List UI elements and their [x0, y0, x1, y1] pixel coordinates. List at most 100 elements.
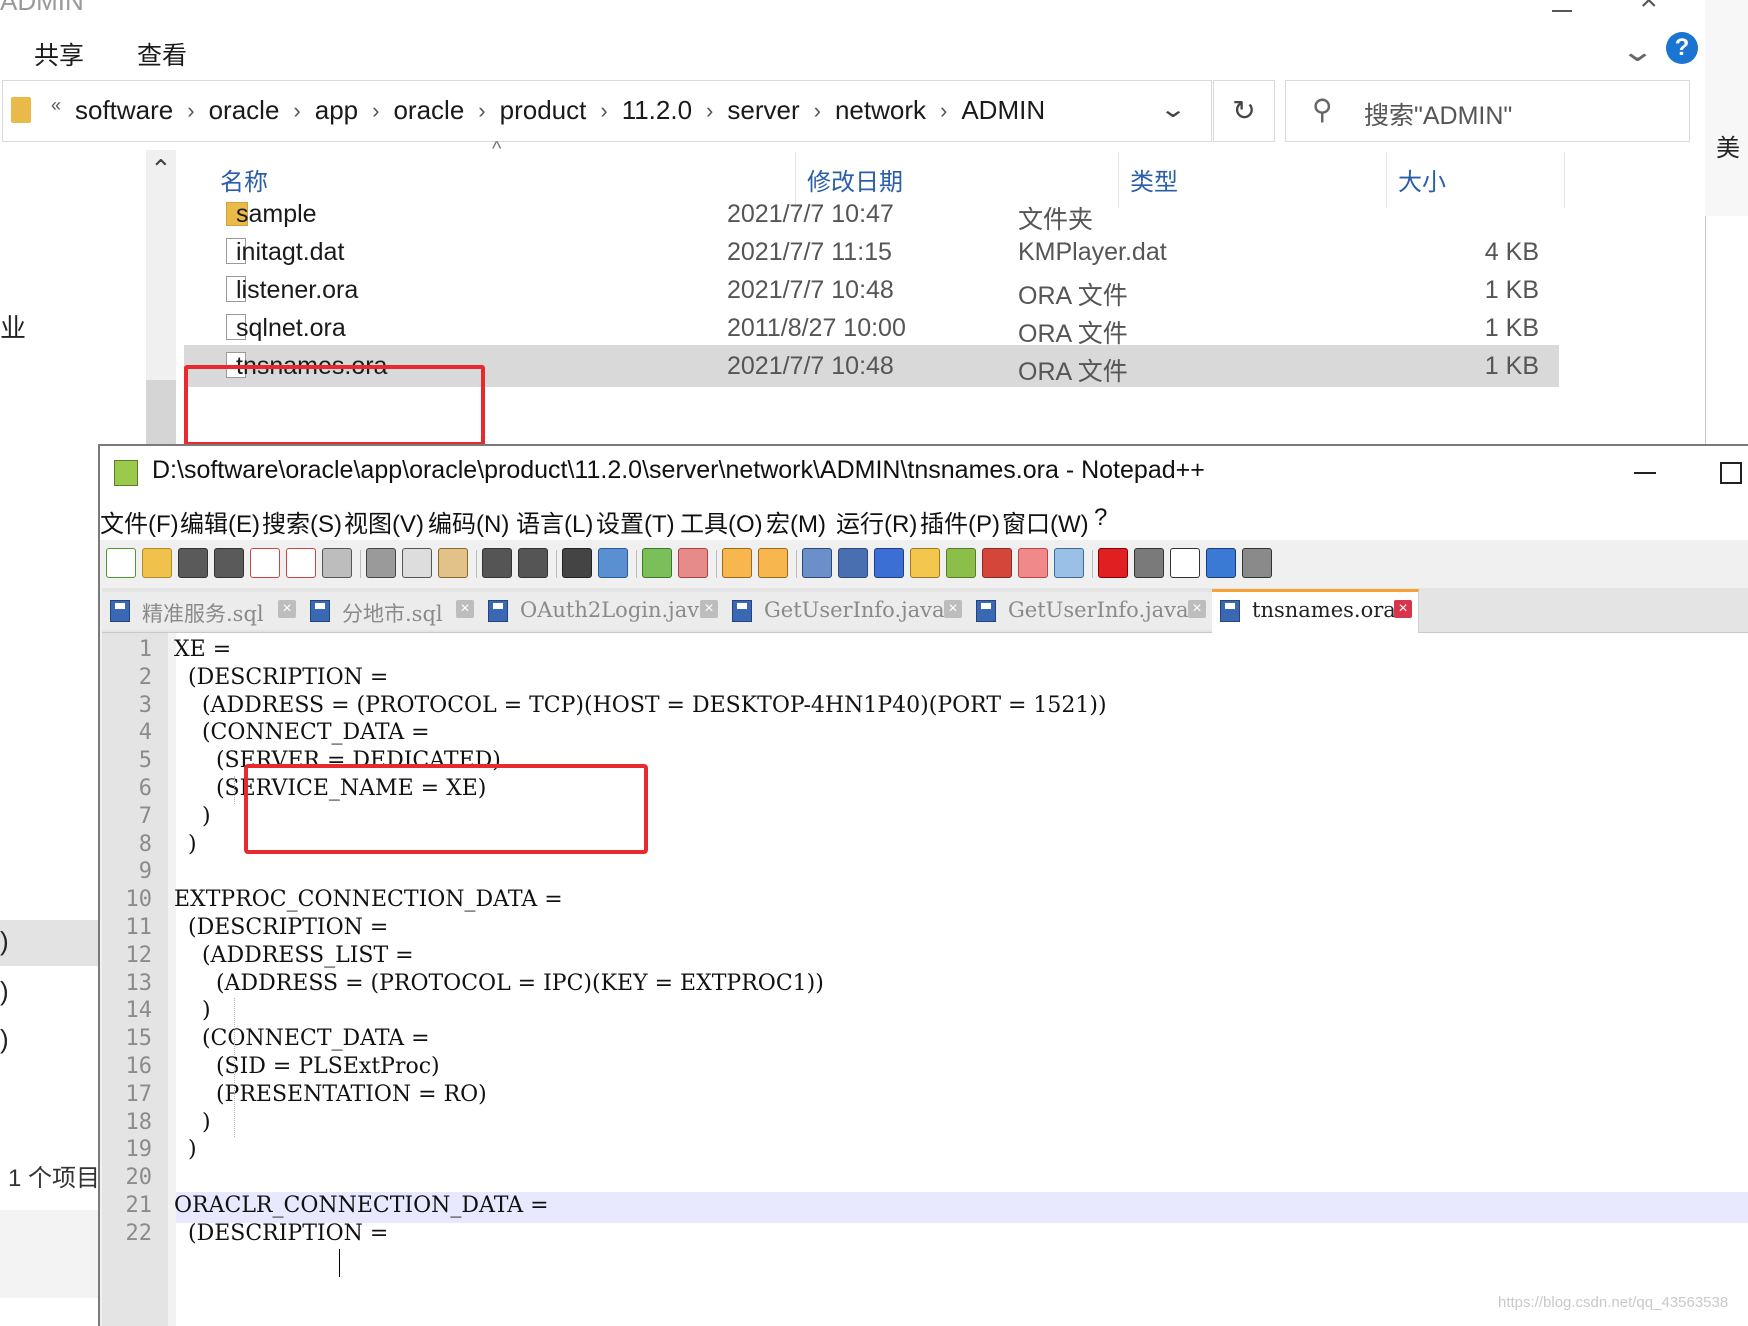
- monitoring-icon[interactable]: [1054, 548, 1084, 578]
- save-icon[interactable]: [178, 548, 208, 578]
- address-bar[interactable]: « software › oracle › app › oracle › product › 11.…: [2, 80, 1212, 142]
- column-header-date[interactable]: 修改日期: [807, 162, 903, 197]
- menu-item[interactable]: 工具(O): [680, 504, 763, 539]
- chevron-down-icon[interactable]: ⌄: [1620, 34, 1655, 69]
- chevron-right-icon[interactable]: ›: [814, 98, 821, 124]
- close-tab-icon[interactable]: ×: [1188, 600, 1206, 618]
- file-row[interactable]: sample 2021/7/7 10:47 文件夹: [184, 193, 1559, 235]
- close-tab-icon[interactable]: ×: [1394, 600, 1412, 618]
- close-tab-icon[interactable]: ×: [700, 600, 718, 618]
- open-file-icon[interactable]: [142, 548, 172, 578]
- file-tab[interactable]: OAuth2Login.java ×: [480, 592, 725, 630]
- indent-guide-icon[interactable]: [874, 548, 904, 578]
- function-list-icon[interactable]: [982, 548, 1012, 578]
- sync-vertical-icon[interactable]: [722, 548, 752, 578]
- show-all-chars-icon[interactable]: [838, 548, 868, 578]
- file-row[interactable]: sqlnet.ora 2011/8/27 10:00 ORA 文件 1 KB: [184, 307, 1559, 349]
- zoom-out-icon[interactable]: [678, 548, 708, 578]
- word-wrap-icon[interactable]: [802, 548, 832, 578]
- refresh-button[interactable]: ↻: [1213, 80, 1275, 142]
- chevron-right-icon[interactable]: ›: [706, 98, 713, 124]
- zoom-in-icon[interactable]: [642, 548, 672, 578]
- folder-as-workspace-icon[interactable]: [1018, 548, 1048, 578]
- file-tab[interactable]: tnsnames.ora ×: [1212, 589, 1419, 633]
- copy-icon[interactable]: [402, 548, 432, 578]
- nav-item-fragment[interactable]: ): [0, 926, 9, 957]
- menu-item[interactable]: 运行(R): [836, 504, 917, 539]
- nav-item-fragment[interactable]: ): [0, 976, 9, 1007]
- column-header-type[interactable]: 类型: [1130, 162, 1178, 197]
- chevron-right-icon[interactable]: ›: [293, 98, 300, 124]
- file-row[interactable]: initagt.dat 2021/7/7 11:15 KMPlayer.dat 4 K…: [184, 231, 1559, 273]
- breadcrumb-item[interactable]: app: [315, 95, 358, 126]
- search-box[interactable]: ⚲ 搜索"ADMIN": [1285, 80, 1690, 142]
- column-divider[interactable]: [1564, 152, 1565, 208]
- help-icon[interactable]: ?: [1666, 32, 1698, 64]
- breadcrumb-item[interactable]: network: [835, 95, 926, 126]
- menu-item[interactable]: 编辑(E): [180, 504, 260, 539]
- breadcrumb-item[interactable]: product: [500, 95, 587, 126]
- new-file-icon[interactable]: [106, 548, 136, 578]
- breadcrumb-item[interactable]: server: [727, 95, 799, 126]
- close-tab-icon[interactable]: ×: [944, 600, 962, 618]
- find-icon[interactable]: [562, 548, 592, 578]
- chevron-down-icon[interactable]: ⌄: [1159, 95, 1187, 124]
- chevron-right-icon[interactable]: ›: [372, 98, 379, 124]
- file-tab[interactable]: GetUserInfo.java ×: [968, 592, 1213, 630]
- playback-icon[interactable]: [1170, 548, 1200, 578]
- chevron-right-icon[interactable]: ›: [478, 98, 485, 124]
- column-header-size[interactable]: 大小: [1398, 162, 1446, 197]
- file-tab[interactable]: 分地市.sql ×: [302, 592, 481, 630]
- close-tab-icon[interactable]: ×: [456, 600, 474, 618]
- close-button[interactable]: ×: [1640, 0, 1658, 18]
- menu-item[interactable]: 语言(L): [516, 504, 593, 539]
- menu-item[interactable]: 窗口(W): [1002, 504, 1089, 539]
- breadcrumb-item[interactable]: oracle: [209, 95, 280, 126]
- run-macro-multiple-icon[interactable]: [1206, 548, 1236, 578]
- file-tab[interactable]: GetUserInfo.java ×: [724, 592, 969, 630]
- record-macro-icon[interactable]: [1098, 548, 1128, 578]
- cut-icon[interactable]: [366, 548, 396, 578]
- chevron-right-icon[interactable]: ›: [600, 98, 607, 124]
- menu-item[interactable]: ?: [1094, 504, 1107, 532]
- nav-item-fragment[interactable]: ): [0, 1024, 9, 1055]
- close-file-icon[interactable]: [250, 548, 280, 578]
- breadcrumb-item[interactable]: ADMIN: [961, 95, 1045, 126]
- minimize-button[interactable]: [1634, 472, 1656, 474]
- nav-selected-item[interactable]: [0, 920, 100, 966]
- redo-icon[interactable]: [518, 548, 548, 578]
- ribbon-tab-view[interactable]: 查看: [137, 36, 187, 72]
- save-all-icon[interactable]: [214, 548, 244, 578]
- menu-item[interactable]: 插件(P): [920, 504, 1000, 539]
- print-icon[interactable]: [322, 548, 352, 578]
- breadcrumb-item[interactable]: 11.2.0: [622, 95, 692, 126]
- minimize-button[interactable]: [1552, 0, 1572, 12]
- menu-item[interactable]: 搜索(S): [262, 504, 342, 539]
- user-language-icon[interactable]: [910, 548, 940, 578]
- menu-item[interactable]: 视图(V): [344, 504, 424, 539]
- undo-icon[interactable]: [482, 548, 512, 578]
- code-editor[interactable]: 1 2 3 4 5 6 7 8 9 10 11 12 13 14 15 16 17 18 19 20 21 22 XE =…: [102, 633, 1748, 1326]
- save-macro-icon[interactable]: [1242, 548, 1272, 578]
- breadcrumb-item[interactable]: software: [75, 95, 173, 126]
- doc-map-icon[interactable]: [946, 548, 976, 578]
- breadcrumb-item[interactable]: oracle: [393, 95, 464, 126]
- nav-scrollbar-thumb[interactable]: [146, 380, 176, 450]
- column-header-name[interactable]: 名称: [220, 162, 268, 197]
- file-tab[interactable]: 精准服务.sql ×: [102, 592, 303, 630]
- maximize-button[interactable]: [1720, 462, 1742, 484]
- close-all-icon[interactable]: [286, 548, 316, 578]
- sync-horizontal-icon[interactable]: [758, 548, 788, 578]
- chevron-right-icon[interactable]: ›: [940, 98, 947, 124]
- stop-record-icon[interactable]: [1134, 548, 1164, 578]
- overflow-chevron-icon[interactable]: «: [51, 95, 61, 116]
- file-row[interactable]: listener.ora 2021/7/7 10:48 ORA 文件 1 KB: [184, 269, 1559, 311]
- nav-item-fragment[interactable]: 业: [0, 308, 26, 345]
- menu-item[interactable]: 设置(T): [596, 504, 675, 539]
- ribbon-tab-share[interactable]: 共享: [34, 36, 84, 72]
- menu-item[interactable]: 编码(N): [428, 504, 509, 539]
- scroll-up-icon[interactable]: ⌃: [150, 154, 172, 185]
- chevron-right-icon[interactable]: ›: [187, 98, 194, 124]
- paste-icon[interactable]: [438, 548, 468, 578]
- menu-item[interactable]: 文件(F): [100, 504, 179, 539]
